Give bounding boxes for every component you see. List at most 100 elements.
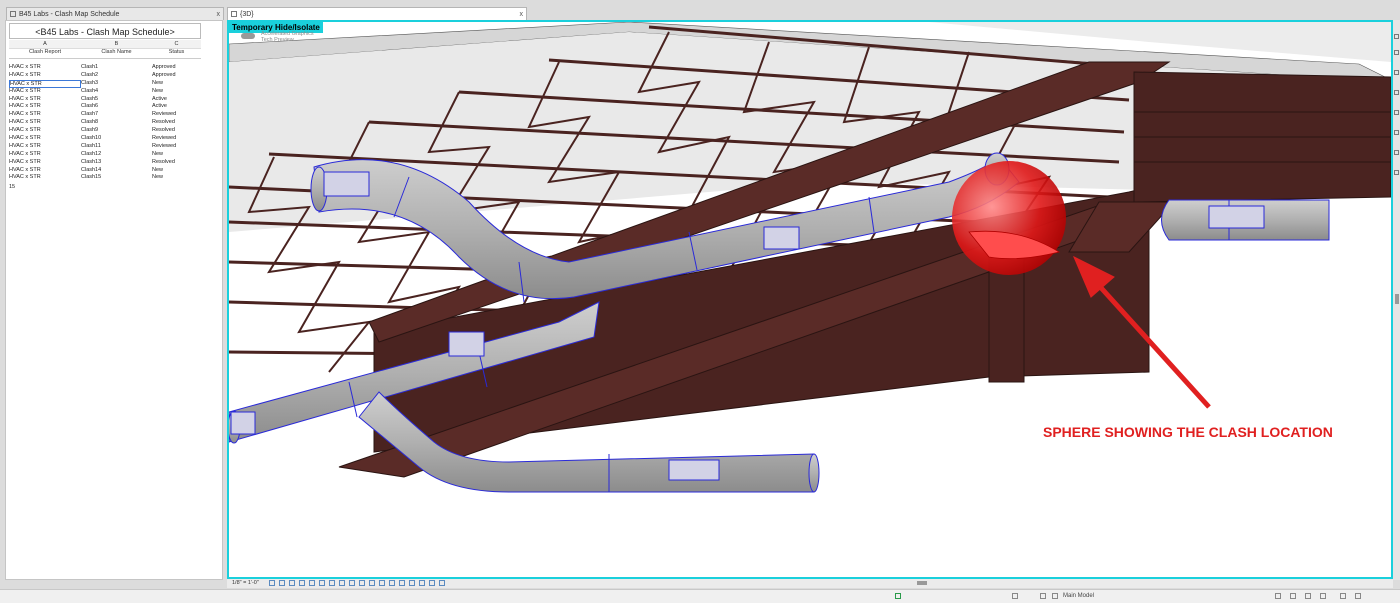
analytical-model-icon[interactable]	[389, 580, 395, 586]
crop-view-icon[interactable]	[319, 580, 325, 586]
cell-clash-report[interactable]: HVAC x STR	[9, 174, 41, 180]
worksets-icon[interactable]	[895, 593, 901, 599]
schedule-tab[interactable]: B45 Labs - Clash Map Schedule x	[6, 7, 224, 20]
table-row[interactable]: HVAC x STR Clash7 Reviewed	[9, 111, 201, 119]
cell-status[interactable]: New	[152, 174, 163, 180]
cell-status[interactable]: Active	[152, 103, 167, 109]
cell-clash-name[interactable]: Clash10	[81, 135, 101, 141]
cell-status[interactable]: New	[152, 80, 163, 86]
reveal-hidden-icon[interactable]	[359, 580, 365, 586]
cell-clash-report[interactable]: HVAC x STR	[9, 79, 81, 88]
select-pinned-icon[interactable]	[1305, 593, 1311, 599]
cell-clash-name[interactable]: Clash1	[81, 64, 98, 70]
cell-status[interactable]: Approved	[152, 72, 176, 78]
column-letter-a[interactable]: A	[9, 41, 81, 47]
cell-clash-name[interactable]: Clash2	[81, 72, 98, 78]
cell-status[interactable]: Approved	[152, 64, 176, 70]
sun-path-icon[interactable]	[289, 580, 295, 586]
editable-only-icon[interactable]	[1012, 593, 1018, 599]
cell-clash-name[interactable]: Clash5	[81, 96, 98, 102]
filter-icon[interactable]	[1355, 593, 1361, 599]
cell-status[interactable]: Reviewed	[152, 143, 176, 149]
table-row[interactable]: HVAC x STR Clash9 Resolved	[9, 127, 201, 135]
detail-level-icon[interactable]	[269, 580, 275, 586]
table-row[interactable]: HVAC x STR Clash11 Reviewed	[9, 143, 201, 151]
reveal-constraints-icon[interactable]	[409, 580, 415, 586]
viewcube-icon[interactable]	[1394, 50, 1399, 55]
cell-clash-report[interactable]: HVAC x STR	[9, 151, 41, 157]
cell-status[interactable]: Resolved	[152, 119, 175, 125]
cell-clash-name[interactable]: Clash12	[81, 151, 101, 157]
cell-status[interactable]: Reviewed	[152, 135, 176, 141]
cell-clash-report[interactable]: HVAC x STR	[9, 111, 41, 117]
pan-icon[interactable]	[1394, 130, 1399, 135]
cell-clash-report[interactable]: HVAC x STR	[9, 72, 41, 78]
view-3d-tab[interactable]: {3D} x	[227, 7, 527, 20]
cell-status[interactable]: New	[152, 151, 163, 157]
navigation-options-icon[interactable]	[1394, 170, 1399, 175]
cell-clash-name[interactable]: Clash3	[81, 80, 98, 86]
table-row[interactable]: HVAC x STR Clash12 New	[9, 151, 201, 159]
table-row[interactable]: HVAC x STR Clash14 New	[9, 167, 201, 175]
table-row[interactable]: HVAC x STR Clash2 Approved	[9, 72, 201, 80]
cell-status[interactable]: New	[152, 167, 163, 173]
select-underlay-icon[interactable]	[1290, 593, 1296, 599]
temporary-hide-isolate-icon[interactable]	[349, 580, 355, 586]
accelerated-graphics-toggle[interactable]	[241, 33, 255, 39]
cell-clash-name[interactable]: Clash9	[81, 127, 98, 133]
cell-clash-report[interactable]: HVAC x STR	[9, 135, 41, 141]
cell-clash-name[interactable]: Clash11	[81, 143, 101, 149]
cell-clash-name[interactable]: Clash7	[81, 111, 98, 117]
orbit-icon[interactable]	[1394, 110, 1399, 115]
view-more-icon[interactable]	[439, 580, 445, 586]
horizontal-scrollbar-thumb[interactable]	[917, 581, 927, 585]
select-links-icon[interactable]	[1275, 593, 1281, 599]
cell-clash-report[interactable]: HVAC x STR	[9, 103, 41, 109]
lock-view-icon[interactable]	[339, 580, 345, 586]
cell-clash-name[interactable]: Clash13	[81, 159, 101, 165]
design-options-icon[interactable]	[1040, 593, 1046, 599]
active-model[interactable]: Main Model	[1063, 593, 1094, 599]
table-row[interactable]: HVAC x STR Clash15 New	[9, 174, 201, 182]
exclude-options-icon[interactable]	[1052, 593, 1058, 599]
column-header-clash-report[interactable]: Clash Report	[9, 49, 81, 55]
table-row[interactable]: HVAC x STR Clash4 New	[9, 88, 201, 96]
cell-clash-report[interactable]: HVAC x STR	[9, 127, 41, 133]
view-options-icon[interactable]	[419, 580, 425, 586]
close-view-icon[interactable]	[1394, 34, 1399, 39]
cell-status[interactable]: Reviewed	[152, 111, 176, 117]
column-letter-b[interactable]: B	[81, 41, 152, 47]
cell-clash-report[interactable]: HVAC x STR	[9, 64, 41, 70]
table-row[interactable]: HVAC x STR Clash8 Resolved	[9, 119, 201, 127]
shadows-icon[interactable]	[299, 580, 305, 586]
column-header-clash-name[interactable]: Clash Name	[81, 49, 152, 55]
cell-clash-report[interactable]: HVAC x STR	[9, 167, 41, 173]
cell-clash-name[interactable]: Clash15	[81, 174, 101, 180]
column-letter-c[interactable]: C	[152, 41, 201, 47]
cell-status[interactable]: Resolved	[152, 127, 175, 133]
vertical-scrollbar-thumb[interactable]	[1395, 294, 1399, 304]
accelerated-graphics-icon[interactable]	[429, 580, 435, 586]
zoom-icon[interactable]	[1394, 90, 1399, 95]
cell-status[interactable]: Active	[152, 96, 167, 102]
visual-style-icon[interactable]	[279, 580, 285, 586]
cell-clash-name[interactable]: Clash4	[81, 88, 98, 94]
worksharing-display-icon[interactable]	[369, 580, 375, 586]
highlight-displacement-icon[interactable]	[399, 580, 405, 586]
cell-clash-report[interactable]: HVAC x STR	[9, 119, 41, 125]
cell-clash-name[interactable]: Clash8	[81, 119, 98, 125]
cell-clash-report[interactable]: HVAC x STR	[9, 88, 41, 94]
cell-status[interactable]: New	[152, 88, 163, 94]
drag-elements-icon[interactable]	[1340, 593, 1346, 599]
cell-clash-report[interactable]: HVAC x STR	[9, 143, 41, 149]
temporary-view-properties-icon[interactable]	[379, 580, 385, 586]
table-row[interactable]: HVAC x STR Clash13 Resolved	[9, 159, 201, 167]
cell-clash-report[interactable]: HVAC x STR	[9, 96, 41, 102]
table-row[interactable]: HVAC x STR Clash10 Reviewed	[9, 135, 201, 143]
cell-clash-name[interactable]: Clash14	[81, 167, 101, 173]
table-row[interactable]: HVAC x STR Clash6 Active	[9, 103, 201, 111]
rendering-icon[interactable]	[309, 580, 315, 586]
3d-viewport[interactable]: Temporary Hide/Isolate Accelerated Graph…	[227, 20, 1393, 579]
select-by-face-icon[interactable]	[1320, 593, 1326, 599]
view-scale[interactable]: 1/8" = 1'-0"	[232, 580, 259, 586]
